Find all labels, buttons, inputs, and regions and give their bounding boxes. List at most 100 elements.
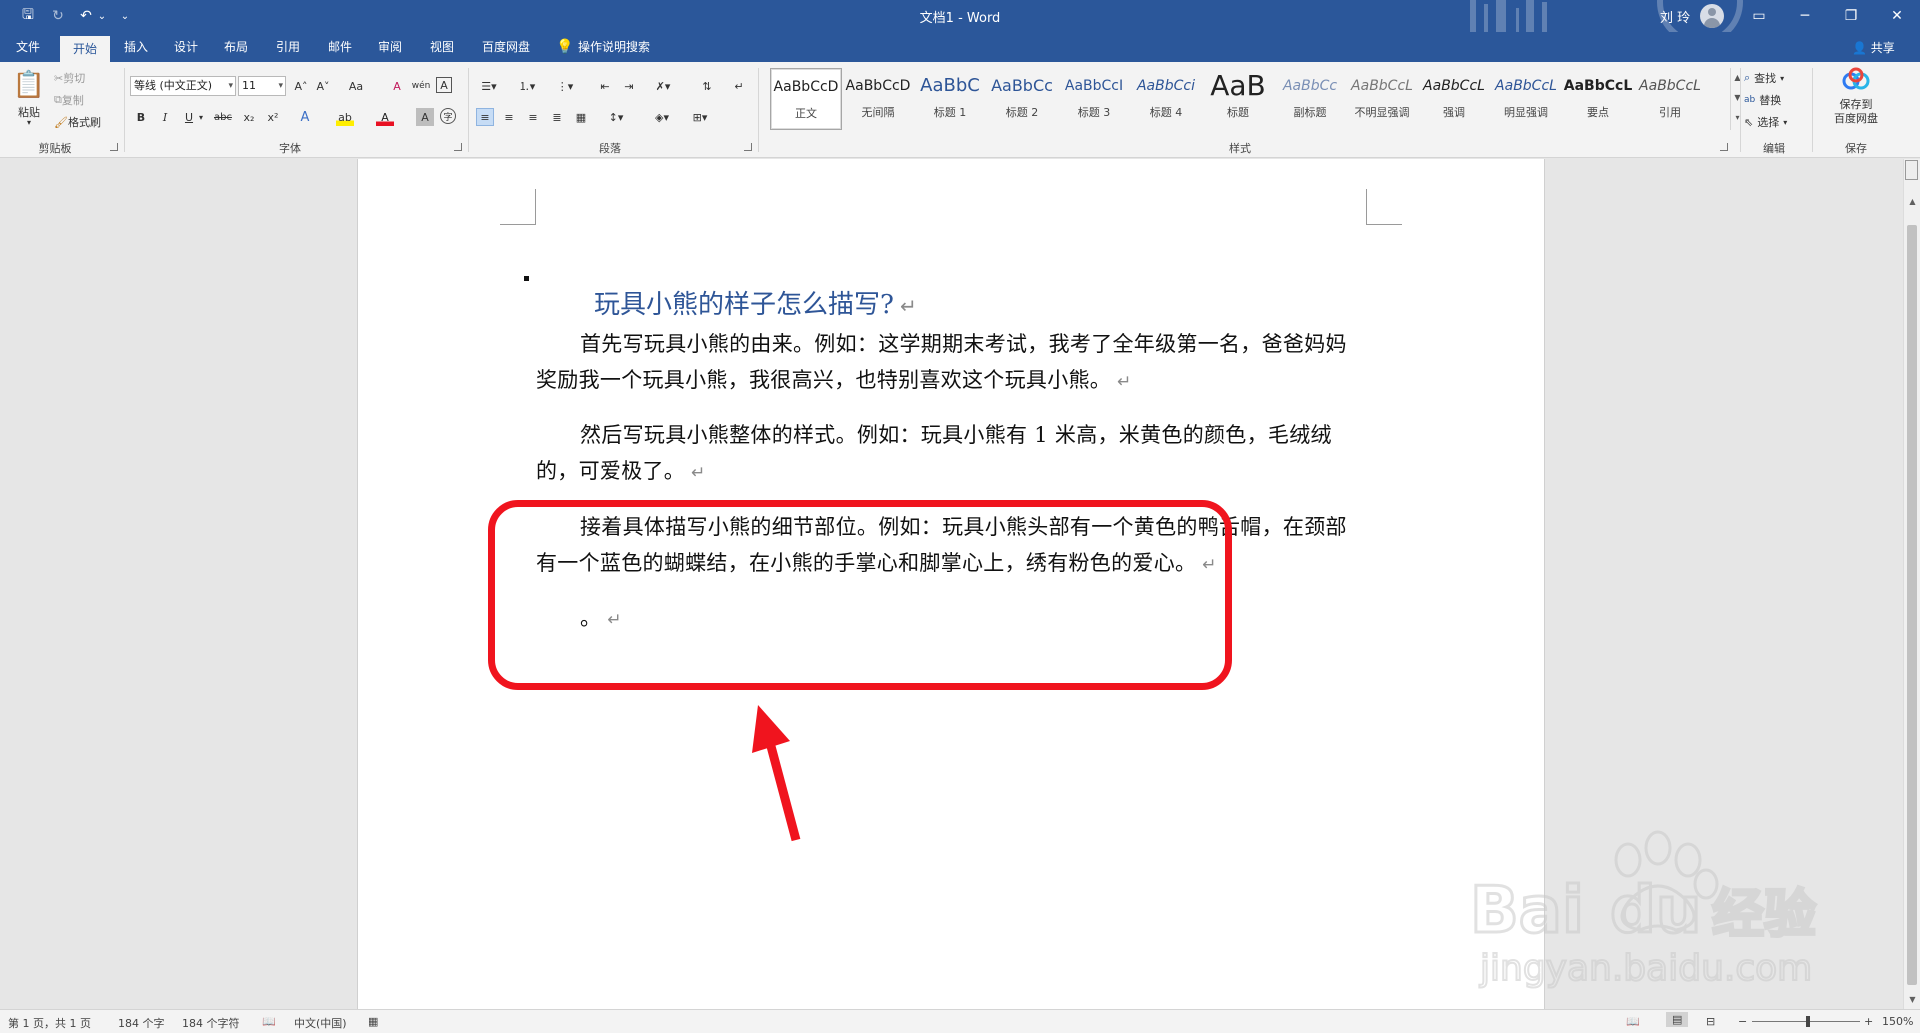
styles-more-icon[interactable]: ▾ — [1731, 108, 1744, 128]
styles-up-icon[interactable]: ▲ — [1731, 68, 1744, 88]
increase-indent-icon[interactable]: ⇥ — [620, 77, 638, 95]
select-button[interactable]: ⇖ 选择 ▾ — [1744, 114, 1787, 130]
align-center-icon[interactable]: ≡ — [500, 108, 518, 126]
italic-icon[interactable]: I — [156, 108, 174, 126]
save-icon[interactable]: 🖫 — [16, 6, 40, 26]
superscript-icon[interactable]: x² — [264, 108, 282, 126]
char-border-icon[interactable]: A — [436, 77, 452, 93]
undo-icon[interactable]: ↶ — [76, 6, 96, 26]
status-words[interactable]: 184 个字 — [118, 1015, 165, 1031]
macro-record-icon[interactable]: ▦ — [368, 1015, 378, 1028]
bold-icon[interactable]: B — [132, 108, 150, 126]
font-launcher-icon[interactable] — [454, 143, 462, 151]
restore-icon[interactable]: ❐ — [1828, 0, 1874, 32]
tell-me-search[interactable]: 操作说明搜索 — [578, 32, 658, 62]
distributed-icon[interactable]: ▦ — [572, 108, 590, 126]
save-to-baidu-button-line2[interactable]: 百度网盘 — [1818, 110, 1894, 126]
tab-baidu-netdisk[interactable]: 百度网盘 — [474, 32, 538, 62]
multilevel-list-icon[interactable]: ⋮▾ — [552, 77, 578, 95]
subscript-icon[interactable]: x₂ — [240, 108, 258, 126]
underline-dropdown-icon[interactable]: ▾ — [196, 108, 206, 126]
style-intense-emphasis[interactable]: AaBbCcL 明显强调 — [1490, 68, 1562, 130]
status-language[interactable]: 中文(中国) — [294, 1015, 347, 1031]
tab-design[interactable]: 设计 — [164, 32, 208, 62]
customize-qat-icon[interactable]: ⌄ — [118, 6, 132, 26]
format-painter-button[interactable]: 🖌 格式刷 — [54, 114, 101, 130]
styles-launcher-icon[interactable] — [1720, 143, 1728, 151]
align-right-icon[interactable]: ≡ — [524, 108, 542, 126]
zoom-in-icon[interactable]: + — [1864, 1015, 1873, 1028]
style-strong[interactable]: AaBbCcL 要点 — [1562, 68, 1634, 130]
lightbulb-icon[interactable]: 💡 — [552, 32, 578, 62]
char-shading-icon[interactable]: A — [416, 108, 434, 126]
paste-dropdown-icon[interactable]: ▾ — [12, 118, 46, 127]
borders-icon[interactable]: ⊞▾ — [686, 108, 714, 126]
style-heading-3[interactable]: AaBbCcI 标题 3 — [1058, 68, 1130, 130]
minimize-icon[interactable]: ─ — [1782, 0, 1828, 32]
font-name-combo[interactable]: 等线 (中文正文) — [130, 76, 236, 96]
style-heading-2[interactable]: AaBbCc 标题 2 — [986, 68, 1058, 130]
decrease-indent-icon[interactable]: ⇤ — [596, 77, 614, 95]
undo-dropdown-icon[interactable]: ⌄ — [96, 6, 108, 26]
share-button[interactable]: 👤 共享 — [1852, 39, 1895, 56]
tab-review[interactable]: 审阅 — [368, 32, 412, 62]
font-size-combo[interactable]: 11 — [238, 76, 286, 96]
print-layout-icon[interactable]: ▤ — [1666, 1012, 1689, 1027]
web-layout-icon[interactable]: ⊟ — [1706, 1015, 1715, 1028]
status-page[interactable]: 第 1 页，共 1 页 — [8, 1015, 91, 1031]
user-name[interactable]: 刘 玲 — [1660, 7, 1690, 26]
paragraph-1[interactable]: 首先写玩具小熊的由来。例如：这学期期末考试，我考了全年级第一名，爸爸妈妈奖励我一… — [536, 326, 1356, 400]
justify-icon[interactable]: ≣ — [548, 108, 566, 126]
zoom-out-icon[interactable]: − — [1738, 1015, 1747, 1028]
clipboard-launcher-icon[interactable] — [110, 143, 118, 151]
paragraph-launcher-icon[interactable] — [744, 143, 752, 151]
show-marks-icon[interactable]: ↵ — [730, 77, 748, 95]
font-color-icon[interactable]: A — [376, 108, 394, 126]
baidu-cloud-icon[interactable] — [1826, 66, 1886, 92]
document-heading[interactable]: 玩具小熊的样子怎么描写? ↵ — [594, 284, 917, 321]
replace-button[interactable]: ab 替换 — [1744, 92, 1781, 108]
highlight-icon[interactable]: ab — [336, 108, 354, 126]
tab-view[interactable]: 视图 — [420, 32, 464, 62]
style-subtle-emphasis[interactable]: AaBbCcL 不明显强调 — [1346, 68, 1418, 130]
paragraph-shading-icon[interactable]: ◈▾ — [648, 108, 676, 126]
shrink-font-icon[interactable]: A˅ — [314, 77, 332, 95]
cut-button[interactable]: ✂ 剪切 — [54, 70, 85, 86]
paste-icon[interactable]: 📋 — [12, 68, 46, 102]
tab-references[interactable]: 引用 — [266, 32, 310, 62]
tab-layout[interactable]: 布局 — [214, 32, 258, 62]
clear-format-icon[interactable]: A — [388, 77, 406, 95]
bullets-icon[interactable]: ☰▾ — [476, 77, 502, 95]
copy-button[interactable]: ⧉ 复制 — [54, 92, 84, 108]
change-case-icon[interactable]: Aa — [344, 77, 368, 95]
tab-home[interactable]: 开始 — [60, 36, 110, 62]
find-button[interactable]: ⌕ 查找 ▾ — [1744, 70, 1784, 86]
sort-icon[interactable]: ⇅ — [698, 77, 716, 95]
style-subtitle[interactable]: AaBbCc 副标题 — [1274, 68, 1346, 130]
strikethrough-icon[interactable]: abc — [212, 108, 234, 126]
avatar[interactable] — [1700, 4, 1724, 28]
redo-icon[interactable]: ↻ — [48, 6, 68, 26]
scroll-thumb[interactable] — [1907, 225, 1917, 985]
paragraph-2[interactable]: 然后写玩具小熊整体的样式。例如：玩具小熊有 1 米高，米黄色的颜色，毛绒绒的，可… — [536, 417, 1356, 491]
tab-file[interactable]: 文件 — [6, 32, 50, 62]
asian-layout-icon[interactable]: ✗▾ — [650, 77, 676, 95]
style-emphasis[interactable]: AaBbCcL 强调 — [1418, 68, 1490, 130]
style-normal[interactable]: AaBbCcD 正文 — [770, 68, 842, 130]
grow-font-icon[interactable]: A˄ — [292, 77, 310, 95]
tab-insert[interactable]: 插入 — [114, 32, 158, 62]
text-effects-icon[interactable]: A — [296, 108, 314, 126]
style-no-spacing[interactable]: AaBbCcD 无间隔 — [842, 68, 914, 130]
styles-down-icon[interactable]: ▼ — [1731, 88, 1744, 108]
ruler-toggle-icon[interactable] — [1905, 160, 1918, 180]
read-mode-icon[interactable]: 📖 — [1626, 1015, 1640, 1028]
style-heading-4[interactable]: AaBbCci 标题 4 — [1130, 68, 1202, 130]
enclose-char-icon[interactable]: 字 — [440, 108, 456, 124]
zoom-slider-thumb[interactable] — [1806, 1016, 1810, 1027]
phonetic-guide-icon[interactable]: wén — [412, 77, 431, 95]
status-chars[interactable]: 184 个字符 — [182, 1015, 240, 1031]
zoom-level[interactable]: 150% — [1882, 1015, 1913, 1028]
style-heading-1[interactable]: AaBbC 标题 1 — [914, 68, 986, 130]
vertical-scrollbar[interactable]: ▲ ▼ — [1903, 159, 1920, 1009]
scroll-down-icon[interactable]: ▼ — [1904, 993, 1920, 1007]
